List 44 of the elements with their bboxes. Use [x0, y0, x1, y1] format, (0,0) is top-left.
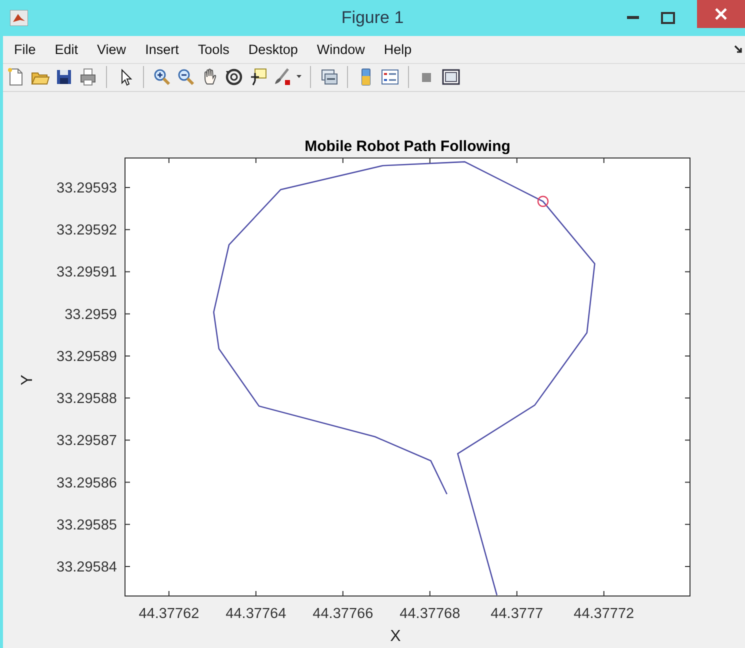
- y-tick-label: 33.29591: [56, 264, 117, 281]
- brush-icon[interactable]: [272, 67, 292, 88]
- x-tick-label: 44.37766: [312, 606, 374, 622]
- zoom-out-icon[interactable]: [176, 67, 196, 88]
- menu-item[interactable]: Tools: [198, 42, 230, 57]
- link-plot-icon[interactable]: [319, 67, 339, 88]
- y-axis-label: Y: [19, 374, 36, 386]
- window-title: Figure 1: [340, 8, 405, 28]
- y-tick-label: 33.2959: [64, 306, 117, 323]
- menu-item[interactable]: Help: [384, 42, 412, 57]
- rotate-icon[interactable]: [224, 67, 244, 88]
- window-icon[interactable]: [441, 67, 461, 88]
- x-tick-label: 44.37762: [138, 606, 200, 622]
- x-tick-label: 44.37768: [400, 606, 460, 622]
- menu-item[interactable]: Edit: [54, 42, 78, 57]
- maximize-icon[interactable]: [661, 12, 675, 24]
- y-tick-label: 33.29587: [56, 433, 117, 450]
- menu-item[interactable]: File: [14, 42, 36, 57]
- legend-icon[interactable]: [380, 67, 400, 88]
- close-icon: [715, 8, 727, 20]
- robot-marker: [537, 196, 549, 207]
- y-tick-label: 33.29592: [56, 222, 117, 239]
- y-tick-label: 33.29588: [56, 391, 117, 408]
- y-tick-label: 33.29593: [56, 180, 117, 196]
- y-tick-label: 33.29584: [56, 560, 117, 576]
- y-tick-label: 33.29586: [56, 475, 117, 492]
- dock-arrow-icon[interactable]: [734, 44, 743, 54]
- y-tick-label: 33.29589: [56, 348, 117, 365]
- printer-icon[interactable]: [78, 67, 98, 88]
- x-axis-label: X: [390, 628, 401, 645]
- y-tick-label: 33.29585: [56, 517, 117, 534]
- x-tick-label: 44.37772: [574, 606, 634, 622]
- zoom-in-icon[interactable]: [152, 67, 172, 88]
- menu-item[interactable]: View: [97, 42, 126, 57]
- menu-item[interactable]: Window: [316, 42, 365, 57]
- x-tick-label: 44.3777: [490, 606, 544, 622]
- data-cursor-icon[interactable]: [248, 67, 268, 88]
- matlab-logo-icon: [10, 10, 28, 26]
- menu-item[interactable]: Insert: [145, 42, 179, 57]
- chart-title: Mobile Robot Path Following: [304, 138, 510, 155]
- minimize-icon[interactable]: [627, 16, 639, 20]
- close-button[interactable]: [697, 0, 745, 28]
- menu-item[interactable]: Desktop: [248, 42, 298, 57]
- x-tick-label: 44.37764: [226, 606, 286, 622]
